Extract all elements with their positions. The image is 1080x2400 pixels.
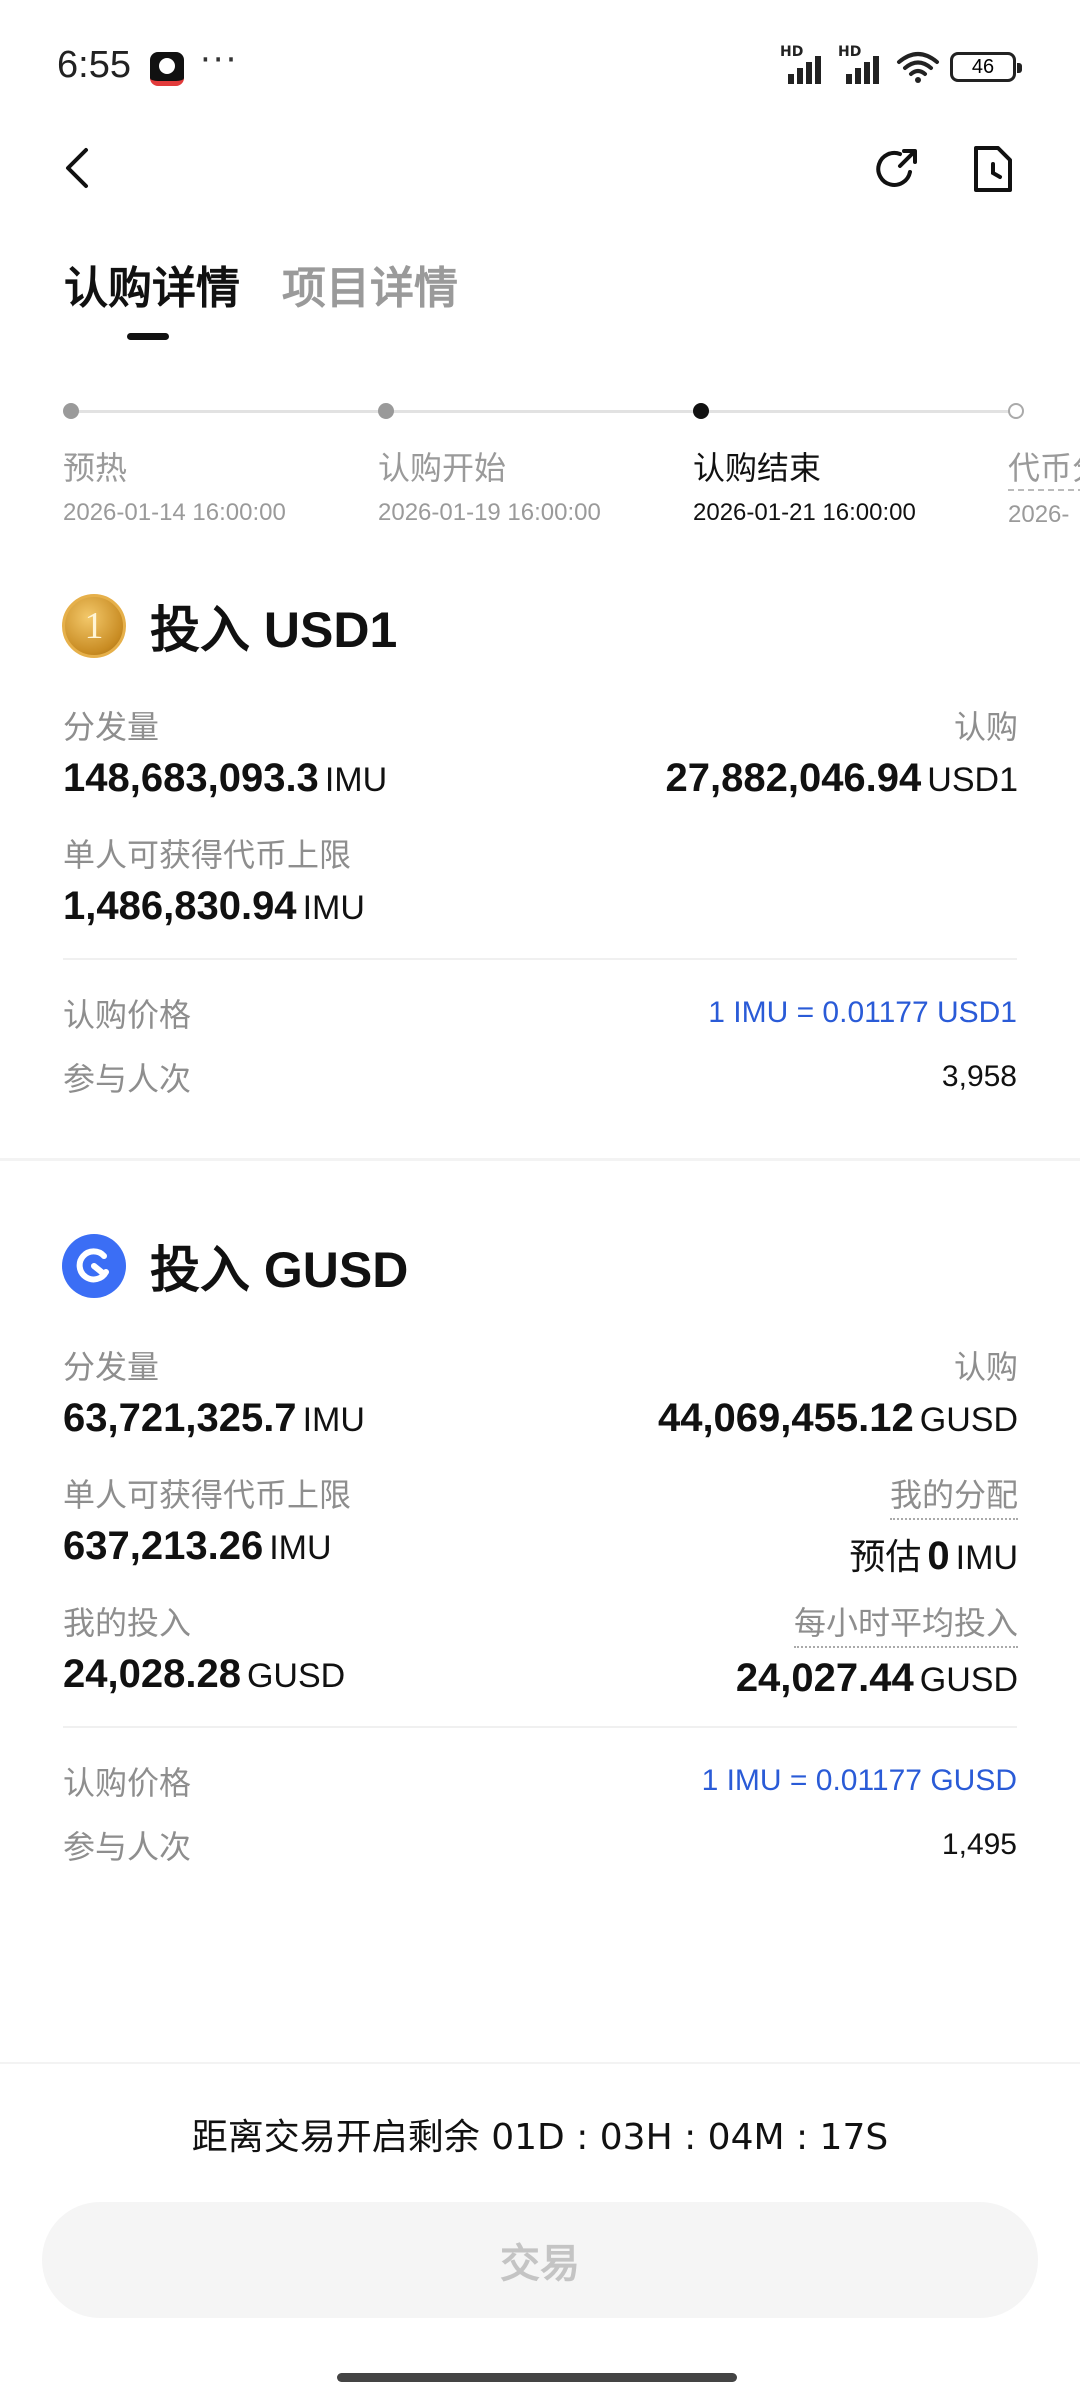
hourly-average-label[interactable]: 每小时平均投入	[793, 1598, 1018, 1648]
more-notifications-icon: ···	[200, 40, 239, 80]
timeline-step-end: 认购结束 2026-01-21 16:00:00	[693, 443, 916, 527]
timeline-date: 2026-01-19 16:00:00	[378, 499, 601, 526]
timeline-date: 2026-01-21 16:00:00	[693, 499, 916, 526]
section-separator	[0, 1158, 1080, 1161]
subscribed-amount: 认购 44,069,455.12 GUSD	[657, 1348, 1018, 1440]
timeline-label: 认购开始	[378, 449, 507, 487]
record-history-icon[interactable]	[968, 142, 1018, 196]
timeline-step-preheat: 预热 2026-01-14 16:00:00	[63, 443, 286, 527]
tab-subscription-details[interactable]: 认购详情	[64, 252, 240, 316]
timeline-step-start: 认购开始 2026-01-19 16:00:00	[378, 443, 601, 527]
section-title: 投入 GUSD	[150, 1242, 409, 1298]
hourly-average-input: 每小时平均投入 24,027.44 GUSD	[736, 1598, 1018, 1701]
battery-icon: 46	[950, 52, 1022, 82]
tab-project-details[interactable]: 项目详情	[282, 252, 458, 316]
timeline-dot-distribution	[1008, 403, 1024, 419]
section-title: 投入 USD1	[150, 602, 398, 658]
subscribed-amount: 认购 27,882,046.94 USD1	[665, 708, 1018, 800]
subscription-price-row: 认购价格 1 IMU = 0.01177 GUSD	[63, 1764, 1017, 1802]
bottom-bar-divider	[0, 2062, 1080, 2064]
timeline-label: 预热	[63, 449, 128, 487]
gusd-coin-icon	[62, 1234, 126, 1298]
my-allocation-label[interactable]: 我的分配	[889, 1470, 1018, 1520]
divider	[63, 958, 1017, 960]
timeline-date: 2026-01-14 16:00:00	[63, 499, 286, 526]
app-notification-icon	[150, 52, 184, 86]
timeline: 预热 2026-01-14 16:00:00 认购开始 2026-01-19 1…	[0, 395, 1080, 535]
cellular-signal-icon-2: HD	[838, 44, 886, 84]
timeline-dot-start	[378, 403, 394, 419]
share-icon[interactable]	[870, 142, 924, 196]
per-user-cap: 单人可获得代币上限 637,213.26 IMU	[63, 1476, 352, 1568]
tab-bar: 认购详情 项目详情	[64, 252, 458, 316]
timeline-dot-preheat	[63, 403, 79, 419]
timeline-label: 认购结束	[693, 449, 822, 487]
section-header-gusd: 投入 GUSD	[62, 1230, 408, 1302]
distribution-amount: 分发量 63,721,325.7 IMU	[63, 1348, 365, 1440]
status-time: 6:55	[57, 44, 131, 86]
status-indicators: HD HD 46	[780, 44, 1022, 84]
timeline-label: 代币分	[1008, 443, 1080, 491]
timeline-dot-end	[693, 403, 709, 419]
status-bar: 6:55 ··· HD HD 46	[0, 0, 1080, 140]
my-input: 我的投入 24,028.28 GUSD	[63, 1604, 346, 1696]
home-indicator[interactable]	[337, 2373, 737, 2382]
subscription-price-row: 认购价格 1 IMU = 0.01177 USD1	[63, 996, 1017, 1034]
participants-row: 参与人次 1,495	[63, 1828, 1017, 1866]
timeline-track	[70, 410, 1015, 413]
back-arrow-icon[interactable]	[56, 140, 106, 196]
usd1-coin-icon: 1	[62, 594, 126, 658]
subscription-price-value: 1 IMU = 0.01177 GUSD	[701, 1764, 1017, 1797]
timeline-date: 2026-	[1008, 501, 1070, 528]
participants-row: 参与人次 3,958	[63, 1060, 1017, 1098]
distribution-amount: 分发量 148,683,093.3 IMU	[63, 708, 388, 800]
cellular-signal-icon: HD	[780, 44, 828, 84]
subscription-price-value: 1 IMU = 0.01177 USD1	[708, 996, 1017, 1029]
participants-value: 3,958	[941, 1060, 1017, 1093]
divider	[63, 1726, 1017, 1728]
participants-value: 1,495	[941, 1828, 1017, 1861]
active-tab-indicator	[127, 333, 169, 340]
my-allocation: 我的分配 预估 0 IMU	[849, 1470, 1018, 1580]
timeline-step-distribution[interactable]: 代币分 2026-	[1008, 443, 1080, 529]
section-header-usd1: 1 投入 USD1	[62, 590, 397, 662]
trade-button[interactable]: 交易	[42, 2202, 1038, 2318]
trade-countdown: 距离交易开启剩余 01D : 03H : 04M : 17S	[191, 2117, 889, 2158]
wifi-icon	[897, 52, 939, 83]
per-user-cap: 单人可获得代币上限 1,486,830.94 IMU	[63, 836, 365, 928]
battery-level: 46	[971, 55, 995, 78]
